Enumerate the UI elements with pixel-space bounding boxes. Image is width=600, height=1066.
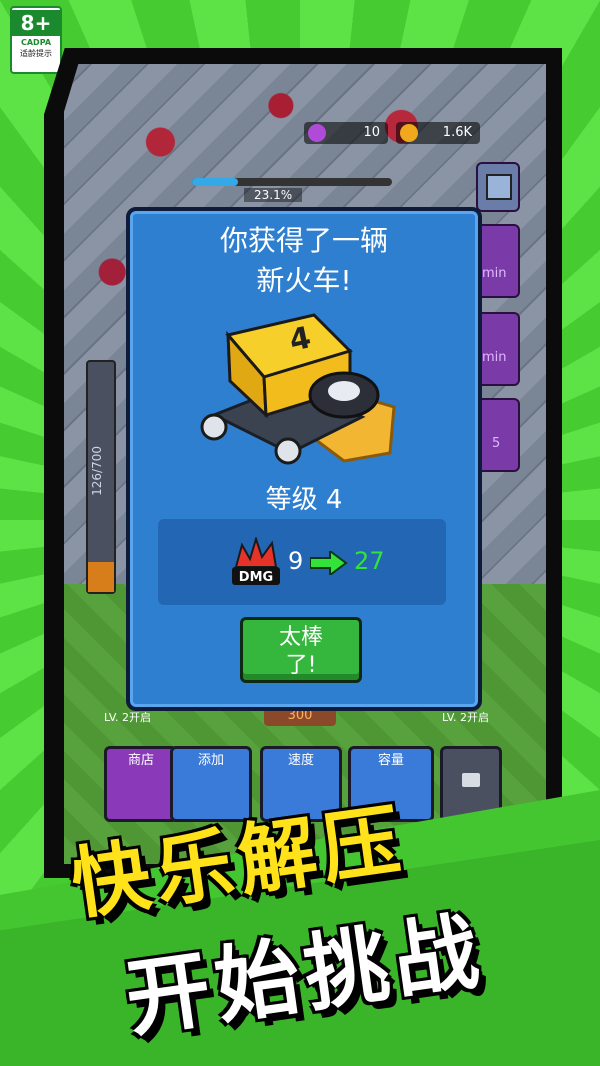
coin-icon bbox=[400, 124, 418, 142]
dialog-title: 你获得了一辆 新火车! bbox=[219, 224, 388, 297]
side-boost-button-2[interactable]: min bbox=[476, 312, 520, 386]
age-rating: 8+ bbox=[12, 10, 60, 36]
lv-unlock-left: LV. 2开启 bbox=[104, 711, 152, 724]
side-boost-button-3[interactable]: 5 bbox=[476, 398, 520, 472]
great-button[interactable]: 太棒 了! bbox=[240, 617, 362, 683]
gem-counter: 10 bbox=[304, 122, 388, 144]
damage-stats-panel: DMG 9 27 bbox=[158, 519, 446, 605]
arrow-right-icon bbox=[310, 551, 348, 575]
level-progress-fill bbox=[192, 178, 239, 186]
svg-text:DMG: DMG bbox=[239, 570, 273, 585]
damage-from: 9 bbox=[288, 547, 304, 575]
age-hint: 适龄提示 bbox=[20, 49, 52, 58]
currency-bar: 10 1.6K bbox=[304, 122, 480, 144]
coin-counter: 1.6K bbox=[396, 122, 480, 144]
lv-unlock-right: LV. 2开启 bbox=[442, 711, 490, 724]
map-button[interactable] bbox=[476, 162, 520, 212]
map-icon bbox=[486, 174, 512, 200]
reward-dialog: 你获得了一辆 新火车! 4 等级 4 DMG 9 27 太棒 了! bbox=[126, 207, 482, 711]
age-org: CADPA bbox=[20, 38, 52, 47]
train-level: 等级 4 bbox=[265, 485, 343, 515]
lock-icon bbox=[462, 773, 480, 787]
capacity-gauge: 126/700 bbox=[86, 360, 116, 594]
level-progress-label: 23.1% bbox=[244, 188, 303, 202]
train-car-illustration: 4 bbox=[200, 313, 396, 465]
capacity-gauge-label: 126/700 bbox=[90, 446, 104, 496]
gem-icon bbox=[308, 124, 326, 142]
side-boost-button-1[interactable]: min bbox=[476, 224, 520, 298]
age-rating-badge: 8+ CADPA 适龄提示 bbox=[10, 6, 62, 74]
level-progress-bar bbox=[192, 178, 392, 186]
capacity-gauge-fill bbox=[88, 562, 114, 592]
dmg-icon: DMG bbox=[232, 537, 280, 585]
damage-to: 27 bbox=[354, 547, 385, 575]
